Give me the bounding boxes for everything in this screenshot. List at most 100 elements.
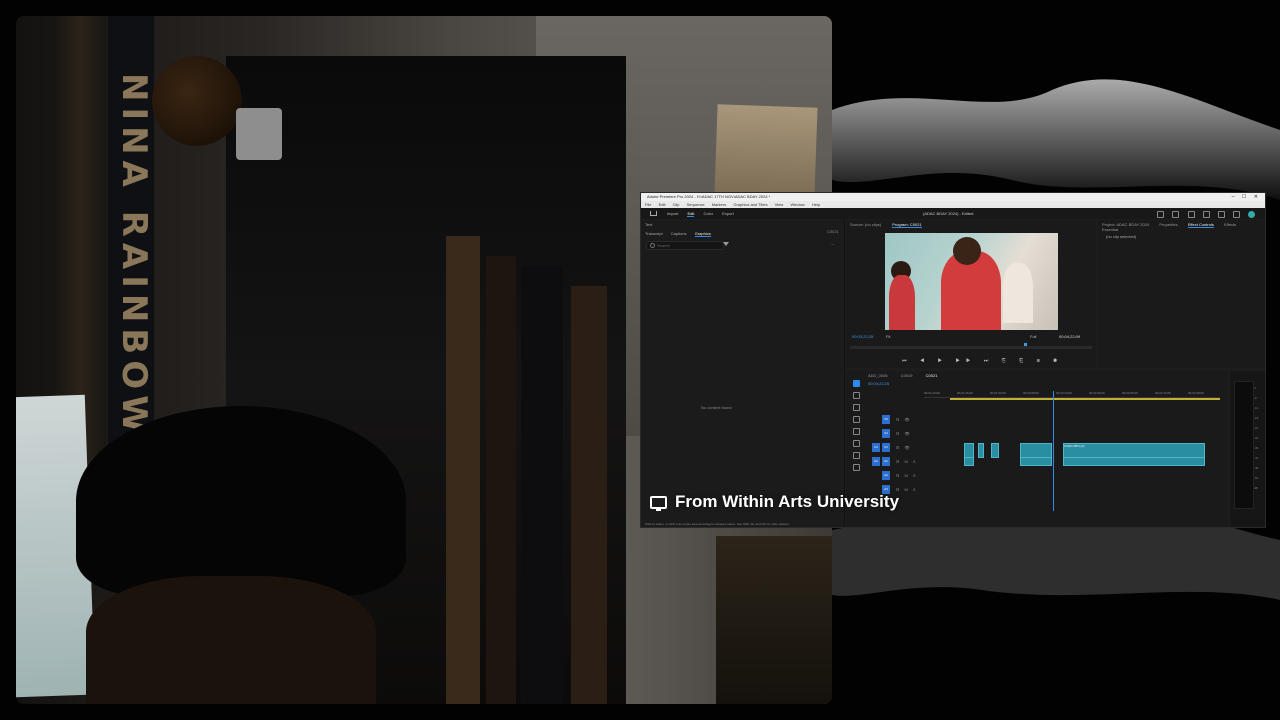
track-header-a2[interactable]: A2 ⊟ M S	[872, 471, 924, 480]
window-title: Adobe Premiere Pro 2024 - H:\ADAC 17TH N…	[647, 194, 771, 199]
current-timecode[interactable]: 00;03;22;25	[852, 334, 873, 339]
menu-window[interactable]: Window	[790, 202, 804, 207]
audio-clip[interactable]	[1020, 457, 1052, 466]
audio-clip[interactable]	[1063, 457, 1205, 466]
resolution-select[interactable]: Full	[1030, 334, 1036, 339]
avatar[interactable]	[1248, 211, 1255, 218]
meter-tick: -30	[1254, 436, 1259, 440]
ripple-edit-icon[interactable]	[852, 404, 860, 411]
tab-transcript[interactable]: Transcript	[645, 231, 663, 236]
monitor-scrub-bar[interactable]	[850, 346, 1092, 349]
help-icon[interactable]	[1232, 211, 1240, 218]
meter-tick: 0	[1254, 386, 1256, 390]
video-preview[interactable]	[885, 233, 1058, 330]
workspace-color[interactable]: Color	[704, 211, 714, 216]
meter-tick: -24	[1254, 426, 1259, 430]
belt-strap	[446, 236, 480, 704]
selection-tool-icon[interactable]	[852, 380, 860, 387]
workspace-export[interactable]: Export	[722, 211, 734, 216]
effect-controls-panel: Project: ADAC BDAY 2024 Properties Effec…	[1098, 220, 1265, 368]
menu-graphics[interactable]: Graphics and Titles	[733, 202, 767, 207]
share-icon[interactable]	[1157, 211, 1165, 218]
tab-sequence-active[interactable]: C0021	[926, 373, 938, 378]
notification-icon[interactable]	[1217, 211, 1225, 218]
time-ruler[interactable]: 00;01;20;00 00;01;36;00 00;01;52;00 00;0…	[924, 391, 1220, 398]
tab-properties[interactable]: Properties	[1159, 222, 1177, 227]
track-icons[interactable]: ⊟ M S	[896, 459, 918, 464]
dotted-ball	[152, 56, 242, 146]
text-panel-tabs: Transcript Captions Graphics	[641, 229, 844, 238]
track-icons[interactable]: ⊟ 👁	[896, 417, 912, 422]
tab-effect-controls[interactable]: Effect Controls	[1187, 222, 1214, 228]
track-header-v2[interactable]: V2 ⊟ 👁	[872, 429, 924, 438]
track-select-icon[interactable]	[852, 392, 860, 399]
timeline-timecode[interactable]: 00;03;22;25	[868, 381, 889, 386]
workspaces-icon[interactable]	[1172, 211, 1180, 218]
tab-essential[interactable]: Essential	[1102, 227, 1118, 232]
quick-export-icon[interactable]	[1187, 211, 1195, 218]
track-header-v1[interactable]: V1 V1 ⊟ 👁	[872, 443, 924, 452]
menu-help[interactable]: Help	[812, 202, 820, 207]
menu-edit[interactable]: Edit	[659, 202, 666, 207]
more-icon[interactable]: ⋯	[830, 242, 835, 248]
menu-markers[interactable]: Markers	[712, 202, 726, 207]
tab-sequence[interactable]: C0019	[901, 373, 913, 378]
track-icons[interactable]: ⊟ 👁	[896, 445, 912, 450]
timeline-playhead[interactable]	[1053, 391, 1054, 511]
video-clip[interactable]: C0021.MP4 [V]	[1063, 443, 1205, 458]
tab-graphics[interactable]: Graphics	[694, 231, 711, 237]
track-header-a1[interactable]: A1 A1 ⊟ M S	[872, 457, 924, 466]
wall-poster	[714, 104, 818, 198]
tab-captions[interactable]: Captions	[671, 231, 687, 236]
tab-effects[interactable]: Effects	[1224, 222, 1236, 227]
sequence-badge: C0021	[827, 229, 839, 234]
transport-controls[interactable]: ⏮ ◀ ▶ ▶▶ ⏭ ⎘ ⎗ ⊞ ◉	[902, 358, 1063, 364]
black-cap	[76, 406, 406, 596]
video-clip[interactable]	[991, 443, 999, 458]
workspace-edit[interactable]: Edit	[687, 211, 695, 217]
zoom-select[interactable]: Fit	[886, 334, 890, 339]
meter-tick: -48	[1254, 466, 1259, 470]
track-label: V3	[882, 415, 890, 424]
video-clip[interactable]	[978, 443, 984, 458]
audio-clip[interactable]	[964, 457, 974, 466]
empty-message: No content found	[701, 405, 732, 410]
duration-timecode: 00;04;22;09	[1059, 334, 1081, 339]
menu-sequence[interactable]: Sequence	[687, 202, 705, 207]
work-area-bar[interactable]	[950, 398, 1220, 400]
slip-tool-icon[interactable]	[852, 428, 860, 435]
meter-scale: 0 -6 -12 -18 -24 -30 -36 -42 -48 -54 dB	[1254, 383, 1258, 493]
workspace-import[interactable]: Import	[667, 211, 678, 216]
graphics-search-input[interactable]: Search	[646, 241, 724, 250]
ruler-tick: 00;02;08;00	[1023, 391, 1039, 395]
monitor-playhead[interactable]	[1024, 343, 1027, 346]
track-icons[interactable]: ⊟ M S	[896, 487, 918, 492]
track-header-v3[interactable]: V3 ⊟ 👁	[872, 415, 924, 424]
video-clip[interactable]	[1020, 443, 1052, 458]
tab-source[interactable]: Source: (no clips)	[850, 222, 881, 227]
wooden-shelf	[716, 536, 832, 704]
meter-tick: dB	[1254, 486, 1258, 490]
track-source-patch[interactable]: V1	[872, 443, 880, 452]
video-clip[interactable]	[964, 443, 974, 458]
track-icons[interactable]: ⊟ M S	[896, 473, 918, 478]
track-source-patch[interactable]: A1	[872, 457, 880, 466]
comments-icon[interactable]	[1202, 211, 1210, 218]
hand-tool-icon[interactable]	[852, 452, 860, 459]
menu-clip[interactable]: Clip	[673, 202, 680, 207]
premiere-window[interactable]: Adobe Premiere Pro 2024 - H:\ADAC 17TH N…	[640, 192, 1266, 528]
menu-file[interactable]: File	[645, 202, 651, 207]
type-tool-icon[interactable]	[852, 464, 860, 471]
tab-sequence[interactable]: ADD_0006	[868, 373, 888, 378]
filter-icon[interactable]	[723, 242, 729, 246]
meter-tick: -42	[1254, 456, 1259, 460]
caption-text: From Within Arts University	[675, 492, 900, 511]
tab-program[interactable]: Program: C0021	[892, 222, 922, 228]
pen-tool-icon[interactable]	[852, 440, 860, 447]
window-controls[interactable]: – ☐ ✕	[1232, 193, 1261, 201]
track-icons[interactable]: ⊟ 👁	[896, 431, 912, 436]
home-icon[interactable]	[650, 211, 657, 216]
menu-view[interactable]: View	[775, 202, 784, 207]
razor-tool-icon[interactable]	[852, 416, 860, 423]
audio-meter: 0 -6 -12 -18 -24 -30 -36 -42 -48 -54 dB	[1230, 371, 1265, 527]
